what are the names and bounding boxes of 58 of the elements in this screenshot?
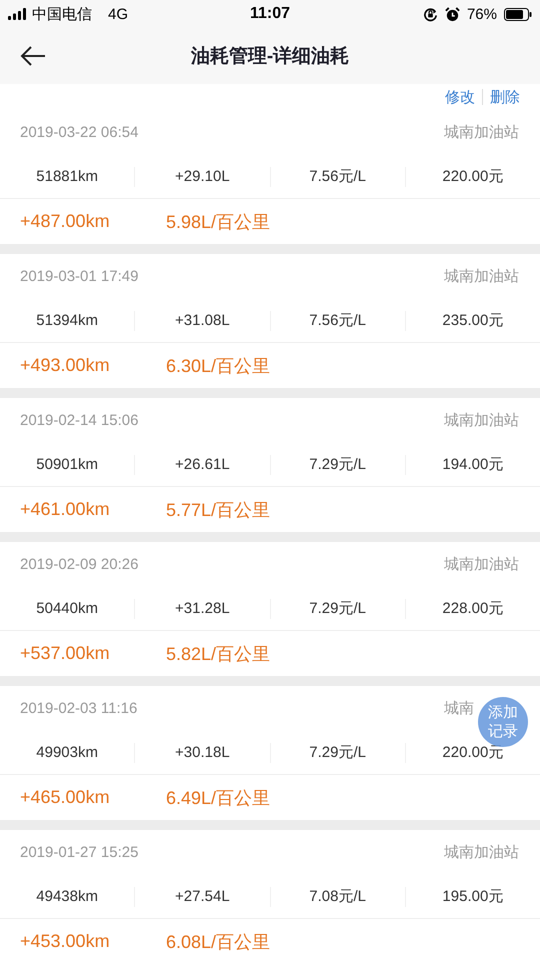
record-datetime: 2019-03-22 06:54 (20, 124, 138, 141)
battery-percent: 76% (466, 6, 497, 22)
unit-price: 7.29元/L (309, 455, 366, 474)
distance-value: +493.00km (20, 355, 111, 376)
record-datetime: 2019-01-27 15:25 (20, 844, 138, 861)
total-cost: 195.00元 (442, 887, 504, 906)
fuel-amount: +29.10L (175, 168, 230, 185)
delete-link[interactable]: 删除 (490, 88, 520, 106)
record-datetime: 2019-03-01 17:49 (20, 268, 138, 285)
distance-value: +537.00km (20, 643, 111, 664)
odometer-reading: 49903km (36, 744, 98, 761)
odometer-reading: 49438km (36, 888, 98, 905)
odometer-reading: 51394km (36, 312, 98, 329)
station-name: 城南加油站 (444, 268, 519, 285)
record-datetime: 2019-02-03 11:16 (20, 700, 138, 717)
unit-price: 7.56元/L (309, 311, 366, 330)
page-title: 油耗管理-详细油耗 (190, 44, 350, 69)
rotation-lock-icon (422, 6, 438, 22)
station-name: 城南加油站 (444, 556, 519, 573)
odometer-reading: 51881km (36, 168, 98, 185)
edit-link[interactable]: 修改 (445, 88, 475, 106)
fuel-amount: +27.54L (175, 888, 230, 905)
fuel-amount: +26.61L (175, 456, 230, 473)
fuel-amount: +31.28L (175, 600, 230, 617)
station-name: 城南加油站 (444, 844, 519, 861)
odometer-reading: 50901km (36, 456, 98, 473)
distance-value: +461.00km (20, 499, 111, 520)
total-cost: 235.00元 (442, 311, 504, 330)
record-datetime: 2019-02-09 20:26 (20, 556, 138, 573)
station-name: 城南 (444, 700, 474, 717)
unit-price: 7.56元/L (309, 167, 366, 186)
consumption-value: 6.49L/百公里 (166, 786, 270, 810)
unit-price: 7.29元/L (309, 599, 366, 618)
consumption-value: 6.08L/百公里 (166, 930, 270, 954)
distance-value: +487.00km (20, 211, 111, 232)
distance-value: +465.00km (20, 787, 111, 808)
unit-price: 7.08元/L (309, 887, 366, 906)
unit-price: 7.29元/L (309, 743, 366, 762)
station-name: 城南加油站 (444, 124, 519, 141)
battery-icon (504, 8, 532, 20)
total-cost: 228.00元 (442, 599, 504, 618)
clock-time: 11:07 (250, 5, 290, 23)
total-cost: 194.00元 (442, 455, 504, 474)
signal-icon (8, 8, 26, 20)
fuel-amount: +30.18L (175, 744, 230, 761)
alarm-clock-icon (444, 6, 460, 22)
fuel-amount: +31.08L (175, 312, 230, 329)
network-type: 4G (108, 6, 128, 22)
distance-value: +453.00km (20, 931, 111, 952)
consumption-value: 5.82L/百公里 (166, 642, 270, 666)
total-cost: 220.00元 (442, 167, 504, 186)
consumption-value: 5.98L/百公里 (166, 210, 270, 234)
odometer-reading: 50440km (36, 600, 98, 617)
record-datetime: 2019-02-14 15:06 (20, 412, 138, 429)
consumption-value: 6.30L/百公里 (166, 354, 270, 378)
station-name: 城南加油站 (444, 412, 519, 429)
carrier-name: 中国电信 (32, 4, 92, 24)
consumption-value: 5.77L/百公里 (166, 498, 270, 522)
